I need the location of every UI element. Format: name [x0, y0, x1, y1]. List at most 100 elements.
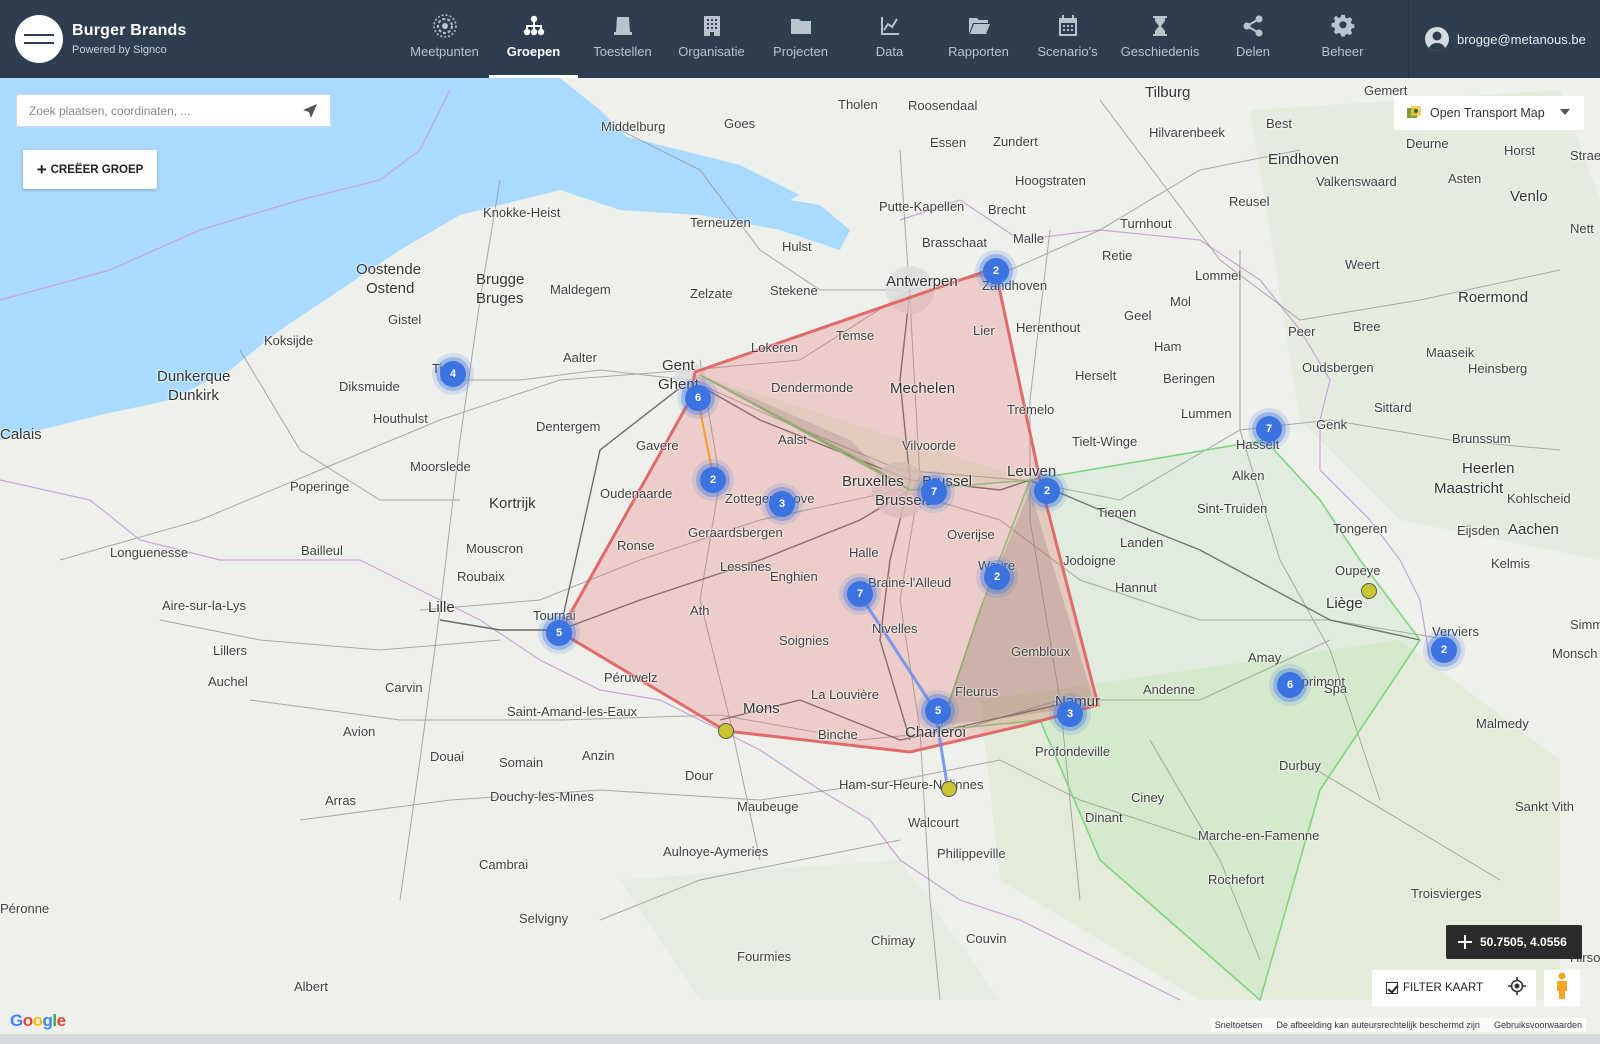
place-label: Heinsberg — [1468, 361, 1528, 376]
place-label: Nivelles — [872, 621, 918, 636]
cluster-marker[interactable]: 7 — [847, 581, 873, 607]
hierarchy-icon — [522, 14, 546, 38]
place-label: Longuenesse — [110, 545, 189, 560]
filter-map-toggle[interactable]: FILTER KAART — [1372, 970, 1502, 1006]
cluster-marker[interactable]: 2 — [1034, 478, 1060, 504]
filter-checkbox[interactable] — [1386, 982, 1398, 994]
map-layer-label: Open Transport Map — [1430, 106, 1545, 120]
place-label: Essen — [930, 135, 967, 150]
place-label: Mouscron — [466, 541, 524, 556]
brand[interactable]: Burger Brands Powered by Signco — [0, 0, 400, 78]
place-label: Genk — [1316, 417, 1348, 432]
place-label: Best — [1266, 116, 1293, 131]
nav-projecten[interactable]: Projecten — [756, 0, 845, 78]
cluster-marker[interactable]: 4 — [440, 361, 466, 387]
cluster-marker[interactable]: 2 — [984, 564, 1010, 590]
brand-name: Burger Brands — [72, 22, 187, 39]
place-label: Lessines — [720, 559, 772, 574]
place-label: Ciney — [1131, 790, 1165, 805]
create-group-button[interactable]: + CREËER GROEP — [23, 150, 157, 189]
place-label: Avion — [343, 724, 376, 739]
place-label: Roermond — [1458, 289, 1529, 306]
place-label: Peer — [1288, 324, 1316, 339]
search-input[interactable] — [29, 103, 299, 118]
nav-groepen[interactable]: Groepen — [489, 0, 578, 78]
cluster-marker[interactable]: 2 — [983, 258, 1009, 284]
map-layer-select[interactable]: Open Transport Map — [1394, 96, 1584, 130]
place-label: Lille — [428, 599, 455, 616]
place-label: Douchy-les-Mines — [490, 789, 595, 804]
cluster-marker[interactable]: 5 — [925, 698, 951, 724]
map-background — [0, 78, 1600, 1044]
terms-of-use-link[interactable]: Gebruiksvoorwaarden — [1494, 1020, 1582, 1030]
place-label: Overijse — [947, 527, 995, 542]
place-label: Spa — [1324, 681, 1348, 696]
place-label: Ronse — [617, 538, 655, 553]
resize-handle[interactable] — [0, 1034, 1600, 1044]
location-pin[interactable] — [1361, 583, 1377, 599]
place-label: Andenne — [1143, 682, 1196, 697]
place-label: Malle — [1013, 231, 1045, 246]
street-view-pegman[interactable] — [1544, 970, 1580, 1006]
place-label: Simm — [1570, 617, 1600, 632]
nav-beheer[interactable]: Beheer — [1298, 0, 1387, 78]
place-label: Strae — [1570, 148, 1600, 163]
user-menu[interactable]: brogge@metanous.be — [1408, 0, 1600, 78]
filter-label: FILTER KAART — [1403, 982, 1484, 994]
cluster-marker[interactable]: 6 — [1277, 672, 1303, 698]
nav-meetpunten[interactable]: Meetpunten — [400, 0, 489, 78]
cluster-marker[interactable]: 3 — [1057, 701, 1083, 727]
cluster-marker[interactable]: 3 — [769, 491, 795, 517]
map-layer-icon — [1406, 105, 1422, 121]
place-label: Geraardsbergen — [688, 525, 783, 540]
map-footer-links: Sneltoetsen De afbeelding kan auteursrec… — [1210, 1018, 1586, 1032]
place-label: Weert — [1345, 257, 1380, 272]
place-label: Walcourt — [908, 815, 959, 830]
cluster-marker[interactable]: 7 — [921, 479, 947, 505]
place-label: Herselt — [1075, 368, 1117, 383]
nav-rapporten[interactable]: Rapporten — [934, 0, 1023, 78]
nav-toestellen[interactable]: Toestellen — [578, 0, 667, 78]
place-label: Brugge — [476, 271, 525, 288]
place-label: Kortrijk — [489, 495, 536, 512]
place-label: Ath — [690, 603, 710, 618]
place-label: Somain — [499, 755, 544, 770]
place-label: Tienen — [1097, 505, 1137, 520]
location-pin[interactable] — [718, 723, 734, 739]
nav-scenarios[interactable]: Scenario's — [1023, 0, 1112, 78]
place-label: Durbuy — [1279, 758, 1321, 773]
cluster-marker[interactable]: 5 — [546, 620, 572, 646]
location-pin[interactable] — [941, 781, 957, 797]
nav-organisatie[interactable]: Organisatie — [667, 0, 756, 78]
brand-subtitle: Powered by Signco — [72, 44, 167, 56]
place-label: Péruwelz — [604, 670, 658, 685]
map-canvas[interactable]: Middelburg Goes Tholen Roosendaal Tilbur… — [0, 78, 1600, 1044]
place-label: Venlo — [1510, 188, 1548, 205]
place-label: Middelburg — [601, 119, 666, 134]
place-label: Tilburg — [1145, 84, 1191, 101]
cluster-marker[interactable]: 7 — [1256, 416, 1282, 442]
place-label: Aachen — [1508, 521, 1559, 538]
my-location-button[interactable] — [1498, 970, 1536, 1006]
place-label: Retie — [1102, 248, 1133, 263]
place-label: Nett — [1570, 221, 1594, 236]
nav-delen[interactable]: Delen — [1208, 0, 1298, 78]
navigate-arrow-icon[interactable] — [302, 103, 318, 119]
nav-geschiedenis[interactable]: Geschiedenis — [1112, 0, 1208, 78]
place-label: Arras — [325, 793, 357, 808]
place-label: Fleurus — [955, 684, 999, 699]
place-label: Mons — [743, 700, 780, 717]
cluster-marker[interactable]: 2 — [700, 467, 726, 493]
place-label: Oostende — [356, 261, 422, 278]
place-label: Rochefort — [1208, 872, 1265, 887]
nav-data[interactable]: Data — [845, 0, 934, 78]
cluster-marker[interactable]: 2 — [1431, 637, 1457, 663]
hourglass-icon — [1148, 14, 1172, 38]
place-label: Asten — [1448, 171, 1482, 186]
place-label: Marche-en-Famenne — [1198, 828, 1320, 843]
place-label: Dunkerque — [157, 368, 231, 385]
pegman-icon — [1554, 972, 1570, 1005]
cluster-marker[interactable]: 6 — [685, 385, 711, 411]
keyboard-shortcuts-link[interactable]: Sneltoetsen — [1215, 1020, 1263, 1030]
place-label: Saint-Amand-les-Eaux — [507, 704, 638, 719]
